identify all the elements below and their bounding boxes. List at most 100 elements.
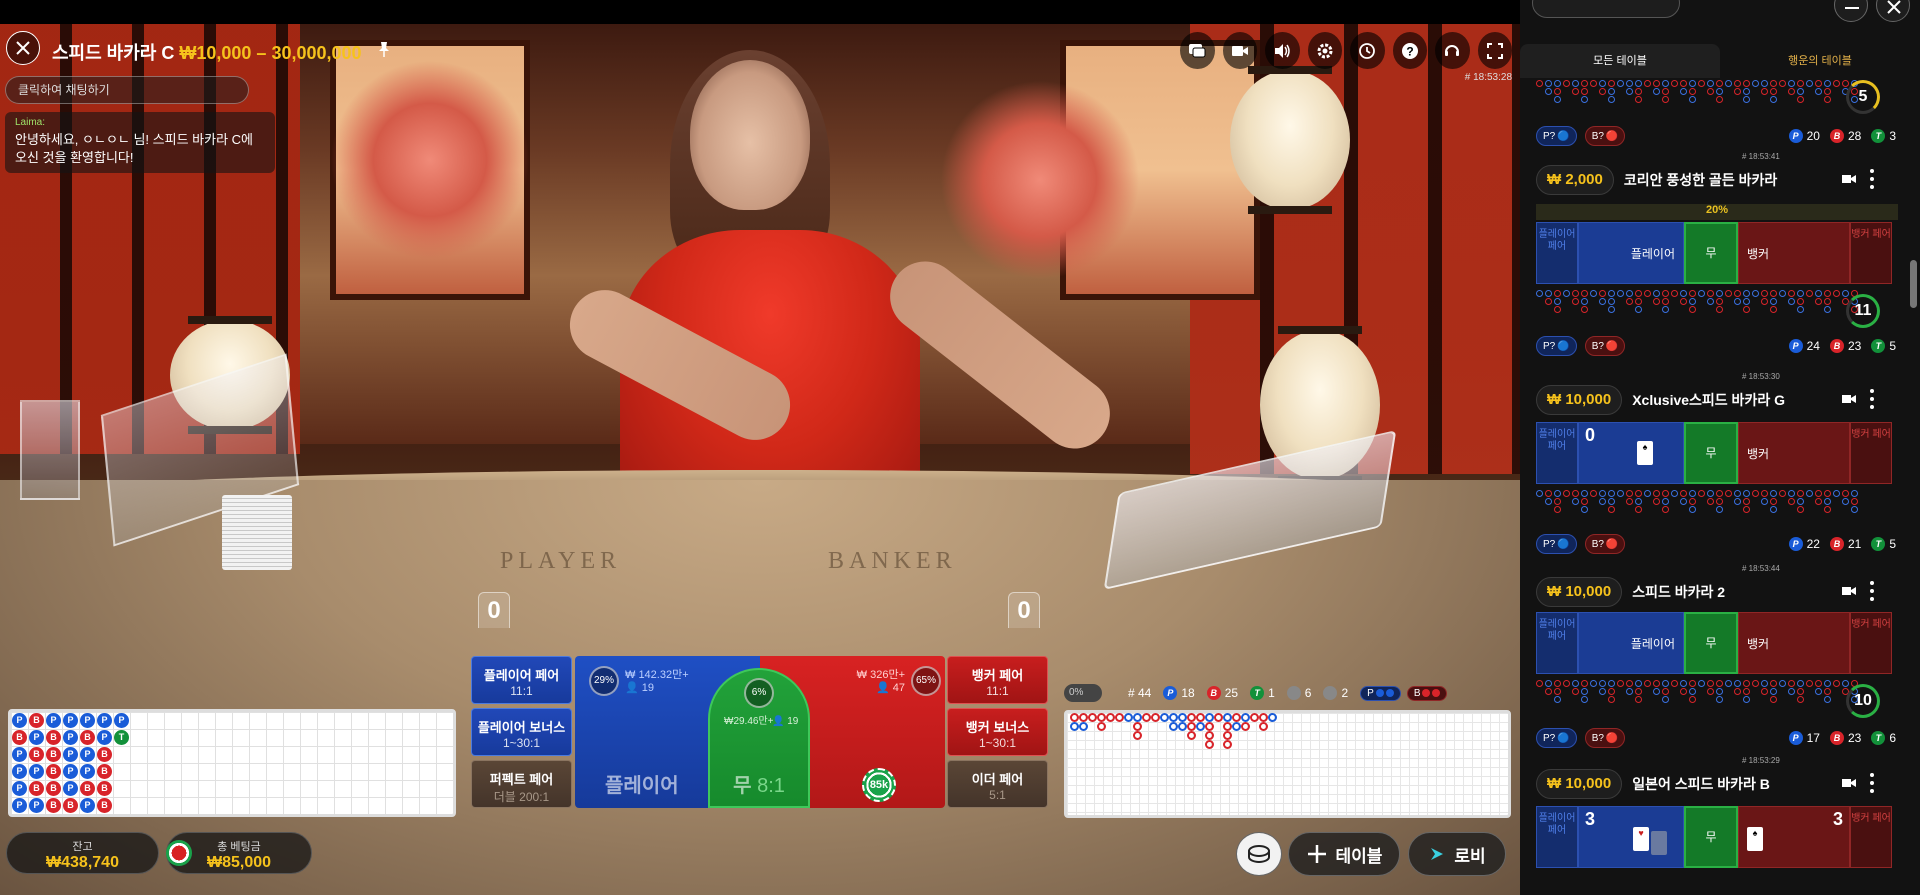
card-banker-pair[interactable]: 뱅커 페어 xyxy=(1850,222,1892,284)
video-icon[interactable] xyxy=(1842,393,1856,405)
fullscreen-button[interactable] xyxy=(1477,32,1512,69)
card-tie[interactable]: 무 xyxy=(1684,806,1738,868)
banker-bonus-bet[interactable]: 뱅커 보너스 1~30:1 xyxy=(947,708,1048,756)
mini-road-mark xyxy=(1707,680,1714,687)
bead-b: B xyxy=(29,747,44,762)
pin-icon[interactable] xyxy=(374,39,394,59)
video-toolbar: ? xyxy=(1180,32,1520,69)
card-menu-button[interactable] xyxy=(1870,581,1874,601)
mini-road-mark xyxy=(1707,298,1714,305)
video-icon[interactable] xyxy=(1842,585,1856,597)
card-player[interactable]: 플레이어 xyxy=(1578,612,1684,674)
chat-input[interactable]: 클릭하여 채팅하기 xyxy=(5,76,249,104)
card-banker-pair[interactable]: 뱅커 페어 xyxy=(1850,612,1892,674)
history-button[interactable] xyxy=(1350,32,1385,69)
banker-pair-bet[interactable]: 뱅커 페어 11:1 xyxy=(947,656,1048,704)
mini-road-mark xyxy=(1806,290,1813,297)
card-menu-button[interactable] xyxy=(1870,773,1874,793)
minimize-button[interactable] xyxy=(1834,0,1868,22)
player-predict[interactable]: P? 🔵 xyxy=(1536,336,1577,356)
player-dot-icon: P xyxy=(1788,339,1803,353)
card-banker-pair[interactable]: 뱅커 페어 xyxy=(1850,806,1892,868)
card-banker[interactable]: 뱅커 xyxy=(1738,222,1850,284)
win-counts: P 20 B 28 T3 xyxy=(1788,129,1896,143)
card-tie[interactable]: 무 xyxy=(1684,422,1738,484)
table-card[interactable]: # 18:53:30 ₩ 10,000 Xclusive스피드 바카라 G 플레… xyxy=(1520,372,1904,554)
player-predict[interactable]: P? 🔵 xyxy=(1536,728,1577,748)
table-card[interactable]: # 18:53:29 ₩ 10,000 일본어 스피드 바카라 B 플레이어 페… xyxy=(1520,756,1904,895)
bead-road[interactable]: PBPPPPPBPBPBPTPBBPPBPPBPPBPBBPBBPPBBPB xyxy=(8,709,456,817)
banker-predict[interactable]: B? 🔴 xyxy=(1584,336,1626,356)
mini-road-mark xyxy=(1635,506,1642,513)
close-lobby-button[interactable] xyxy=(1876,0,1910,22)
big-road[interactable] xyxy=(1064,710,1511,818)
card-player-pair[interactable]: 플레이어 페어 xyxy=(1536,806,1578,868)
card-player[interactable]: 0 ♠ xyxy=(1578,422,1684,484)
card-menu-button[interactable] xyxy=(1870,389,1874,409)
mini-road-mark xyxy=(1590,680,1597,687)
discard-holder xyxy=(20,400,80,500)
support-button[interactable] xyxy=(1435,32,1470,69)
svg-text:?: ? xyxy=(1406,44,1413,58)
video-icon[interactable] xyxy=(1842,173,1856,185)
language-selector[interactable] xyxy=(1532,0,1680,18)
volume-button[interactable] xyxy=(1265,32,1300,69)
help-button[interactable]: ? xyxy=(1392,32,1427,69)
player-predict[interactable]: P xyxy=(1360,685,1401,701)
bead-b: B xyxy=(97,747,112,762)
card-player[interactable]: 플레이어 xyxy=(1578,222,1684,284)
card-banker[interactable]: 뱅커 xyxy=(1738,612,1850,674)
lobby-scrollbar[interactable] xyxy=(1910,260,1917,308)
card-player-pair[interactable]: 플레이어 페어 xyxy=(1536,612,1578,674)
banker-pair-wins: 2 xyxy=(1323,686,1348,700)
card-player-pair[interactable]: 플레이어 페어 xyxy=(1536,422,1578,484)
mini-road-mark xyxy=(1743,688,1750,695)
add-table-button[interactable]: 테이블 xyxy=(1288,832,1400,876)
mini-road-mark xyxy=(1734,298,1741,305)
bead-p: P xyxy=(63,781,78,796)
card-player-pair[interactable]: 플레이어 페어 xyxy=(1536,222,1578,284)
mini-road-mark xyxy=(1581,688,1588,695)
card-banker[interactable]: ♠ 3 xyxy=(1738,806,1850,868)
banker-dot-icon: B xyxy=(1829,537,1844,551)
mini-road-mark xyxy=(1671,80,1678,87)
card-player[interactable]: 3 ♥ xyxy=(1578,806,1684,868)
table-card[interactable]: # 18:53:41 ₩ 2,000 코리안 풍성한 골든 바카라 20% 플레… xyxy=(1520,152,1904,356)
card-tie[interactable]: 무 xyxy=(1684,612,1738,674)
chips-icon xyxy=(1248,845,1270,863)
chat-button[interactable] xyxy=(1180,32,1215,69)
countdown-timer: 11 xyxy=(1846,294,1880,328)
either-pair-bet[interactable]: 이더 페어 5:1 xyxy=(947,760,1048,808)
card-menu-button[interactable] xyxy=(1870,169,1874,189)
banker-predict[interactable]: B xyxy=(1406,685,1448,701)
table-card[interactable]: # 18:53:44 ₩ 10,000 스피드 바카라 2 플레이어 페어 플레… xyxy=(1520,564,1904,748)
mini-road-mark xyxy=(1599,88,1606,95)
perfect-pair-bet[interactable]: 퍼펙트 페어 더블 200:1 xyxy=(471,760,572,808)
card-banker-pair[interactable]: 뱅커 페어 xyxy=(1850,422,1892,484)
chips-button[interactable] xyxy=(1236,832,1282,876)
tab-all-tables[interactable]: 모든 테이블 xyxy=(1520,44,1720,78)
mini-road-mark xyxy=(1770,688,1777,695)
settings-button[interactable] xyxy=(1307,32,1342,69)
close-button[interactable] xyxy=(6,31,40,65)
lobby-button[interactable]: 로비 xyxy=(1408,832,1506,876)
mini-road-mark xyxy=(1563,680,1570,687)
video-icon[interactable] xyxy=(1842,777,1856,789)
player-pair-bet[interactable]: 플레이어 페어 11:1 xyxy=(471,656,572,704)
mini-road-mark xyxy=(1752,490,1759,497)
banker-predict[interactable]: B? 🔴 xyxy=(1584,126,1626,146)
video-button[interactable] xyxy=(1222,32,1257,69)
player-bonus-bet[interactable]: 플레이어 보너스 1~30:1 xyxy=(471,708,572,756)
card-tie[interactable]: 무 xyxy=(1684,222,1738,284)
player-pair-wins: 6 xyxy=(1286,686,1311,700)
banker-predict[interactable]: B? 🔴 xyxy=(1584,728,1626,748)
card-banker[interactable]: 뱅커 xyxy=(1738,422,1850,484)
banker-predict[interactable]: B? 🔴 xyxy=(1584,534,1626,554)
tab-lucky-tables[interactable]: 행운의 테이블 xyxy=(1720,44,1920,78)
player-predict[interactable]: P? 🔵 xyxy=(1536,126,1577,146)
player-pct: 29% xyxy=(589,666,619,696)
tie-bet[interactable]: 6% ₩29.46만+ 👤 19 무 8:1 xyxy=(708,668,810,808)
mini-road-mark xyxy=(1581,80,1588,87)
stats-toggle[interactable]: 0% xyxy=(1064,684,1102,702)
player-predict[interactable]: P? 🔵 xyxy=(1536,534,1577,554)
